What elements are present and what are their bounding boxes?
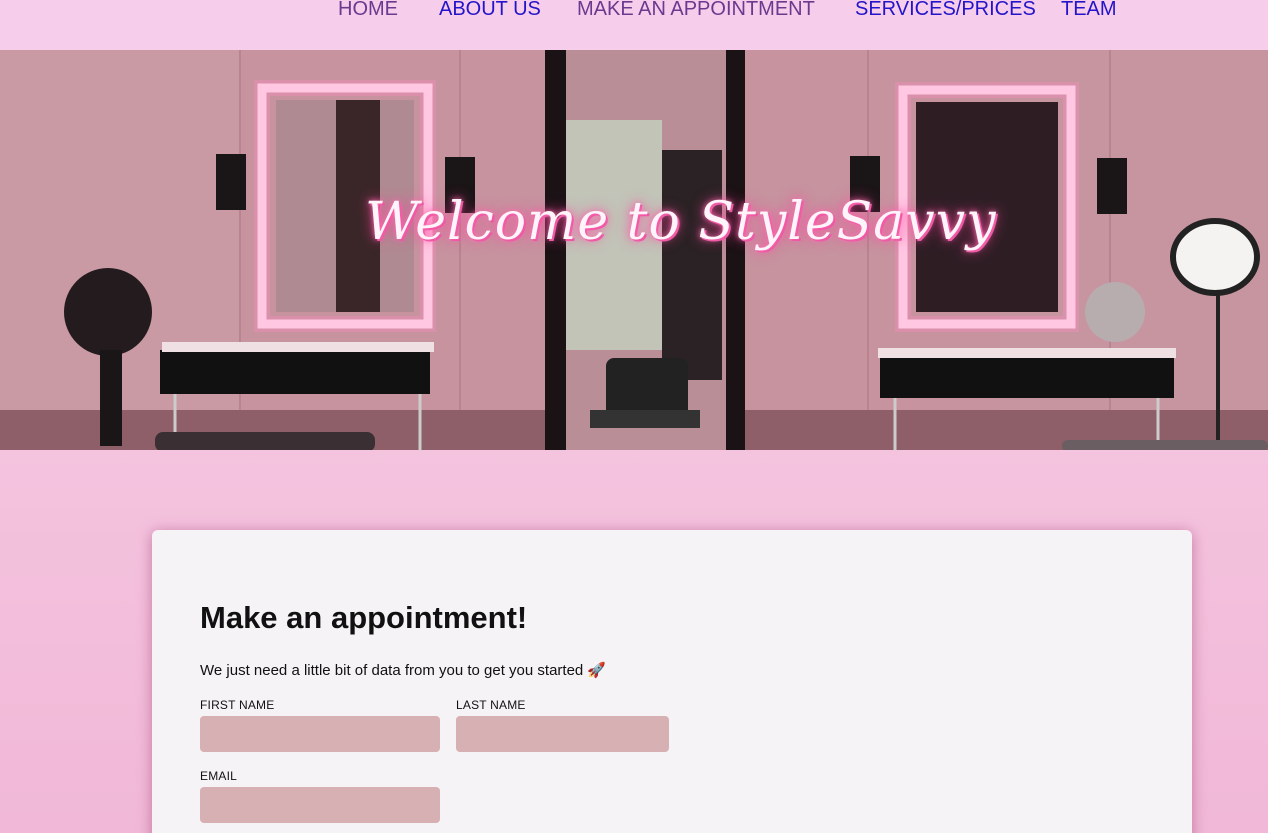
- nav-home-link[interactable]: HOME: [338, 0, 398, 21]
- appointment-form-card: Make an appointment! We just need a litt…: [152, 530, 1192, 833]
- hero-title: Welcome to StyleSavvy: [365, 192, 997, 252]
- first-name-label: FIRST NAME: [200, 698, 275, 712]
- nav-make-appointment-link[interactable]: MAKE AN APPOINTMENT: [577, 0, 815, 21]
- nav-services-prices-link[interactable]: SERVICES/PRICES: [855, 0, 1036, 21]
- nav-team-link[interactable]: TEAM: [1061, 0, 1117, 21]
- hero-banner: Welcome to StyleSavvy: [0, 50, 1268, 450]
- form-intro-text: We just need a little bit of data from y…: [200, 662, 607, 679]
- last-name-label: LAST NAME: [456, 698, 526, 712]
- email-label: EMAIL: [200, 769, 238, 783]
- nav-about-us-link[interactable]: ABOUT US: [439, 0, 541, 21]
- form-heading: Make an appointment!: [200, 600, 528, 635]
- last-name-field[interactable]: [456, 716, 669, 752]
- first-name-field[interactable]: [200, 716, 440, 752]
- top-navigation: HOME ABOUT US MAKE AN APPOINTMENT SERVIC…: [0, 0, 1268, 50]
- email-field[interactable]: [200, 787, 440, 823]
